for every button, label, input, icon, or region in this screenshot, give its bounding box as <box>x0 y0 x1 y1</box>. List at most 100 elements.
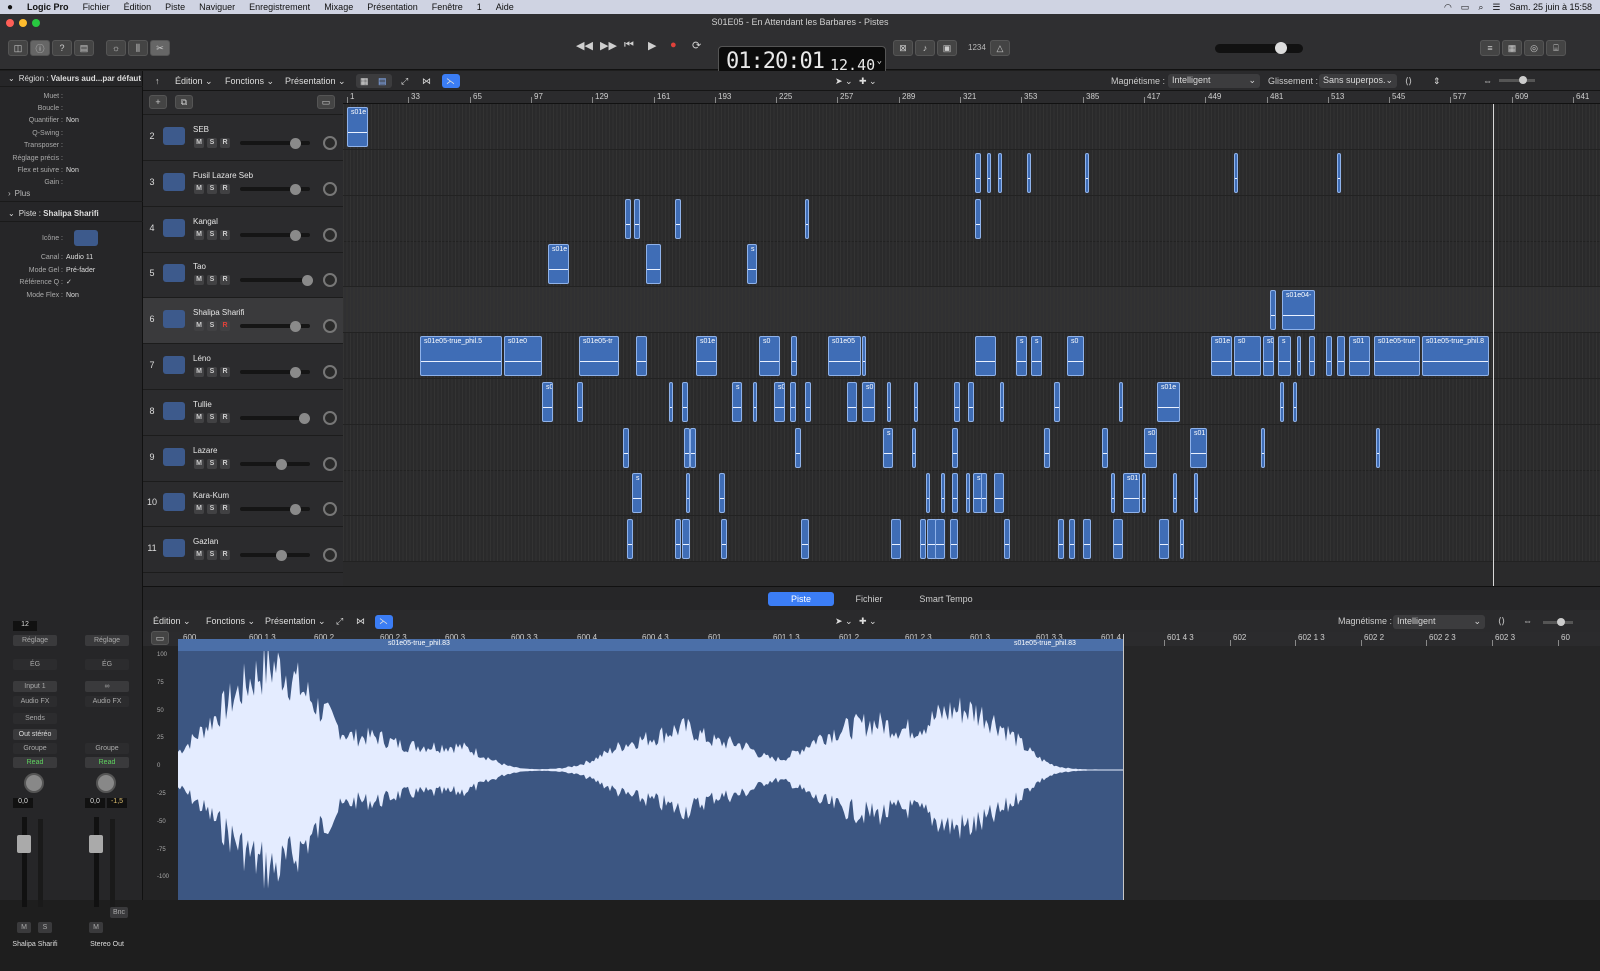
audio-region[interactable] <box>625 198 631 239</box>
audio-region[interactable] <box>791 336 797 376</box>
audio-region[interactable] <box>636 336 647 376</box>
plus-section[interactable]: › Plus <box>0 186 143 202</box>
audio-region[interactable]: s0 <box>1144 427 1157 468</box>
audio-region[interactable] <box>1293 381 1297 422</box>
snap-select[interactable]: Intelligent ⌄ <box>1168 74 1260 88</box>
horizontal-zoom-icon[interactable]: ⇔ <box>1483 74 1492 88</box>
volume-slider-knob[interactable] <box>290 367 301 378</box>
audio-region[interactable] <box>912 427 916 468</box>
audio-region[interactable] <box>577 381 583 422</box>
add-track-button[interactable]: + <box>149 95 167 109</box>
audio-region[interactable]: s0 <box>1263 336 1274 376</box>
record-enable-button[interactable]: R <box>220 412 230 423</box>
menu-fichier[interactable]: Fichier <box>76 2 117 12</box>
forward-button[interactable]: ▶▶ <box>600 39 617 52</box>
solo-button[interactable]: S <box>207 367 217 377</box>
audio-region[interactable]: s <box>1016 336 1027 376</box>
up-arrow-icon[interactable]: ↑ <box>155 74 160 88</box>
audio-region[interactable]: s01 <box>1123 473 1140 514</box>
audio-region[interactable] <box>1085 152 1089 193</box>
count-in-ratio[interactable]: 1234 <box>968 43 986 52</box>
audio-region[interactable] <box>941 473 945 514</box>
automation-read-button[interactable]: Read <box>85 757 129 768</box>
mute-button[interactable]: M <box>194 138 204 148</box>
strip-number[interactable]: 12 <box>13 621 37 631</box>
output-slot[interactable]: Out stéréo <box>13 729 57 740</box>
view-menu[interactable]: Présentation ⌄ <box>285 74 346 88</box>
duplicate-track-button[interactable]: ⧉ <box>175 95 193 109</box>
solo-button[interactable]: S <box>207 504 217 515</box>
track-inspector-row[interactable]: Mode Gel : Pré-fader <box>0 264 143 276</box>
audio-region[interactable] <box>719 473 725 514</box>
mixer-button[interactable]: ⫼ <box>128 40 148 56</box>
crossfade-icon[interactable]: ⋈ <box>356 614 365 628</box>
inspector-row[interactable]: Flex et suivre : Non <box>0 164 143 176</box>
volume-slider-knob[interactable] <box>290 229 301 241</box>
audio-region[interactable]: s01 <box>1190 427 1207 468</box>
audio-region[interactable]: s01e0 <box>504 336 542 376</box>
drag-select[interactable]: Sans superpos. ⌄ <box>1319 74 1397 88</box>
track-lane[interactable]: s s s01 <box>343 470 1600 517</box>
track-lane[interactable] <box>343 516 1600 563</box>
track-lane[interactable]: s01e05-true_phil.5 s01e0 s01e05-tr s01e s0 s0… <box>343 333 1600 379</box>
record-enable-button[interactable]: R <box>220 183 230 194</box>
menu-1[interactable]: 1 <box>470 2 489 12</box>
pan-knob[interactable] <box>24 773 44 793</box>
tuner-button[interactable]: ♪ <box>915 40 935 56</box>
region-end-marker[interactable] <box>1123 634 1124 900</box>
secondary-tool-icon[interactable]: ✚ ⌄ <box>859 74 877 88</box>
group-slot[interactable]: Groupe <box>13 743 57 754</box>
audio-region[interactable]: s <box>1278 336 1291 376</box>
record-enable-button[interactable]: R <box>220 550 230 561</box>
pan-knob[interactable] <box>323 136 337 150</box>
zoom-slider[interactable] <box>1543 618 1573 626</box>
audio-region[interactable] <box>914 381 918 422</box>
pan-knob[interactable] <box>323 365 337 379</box>
volume-slider[interactable] <box>240 278 310 283</box>
track-name[interactable]: Tullie <box>193 400 212 409</box>
audio-region[interactable] <box>1054 381 1060 422</box>
control-center-icon[interactable]: ☰ <box>1492 2 1500 13</box>
audio-region[interactable] <box>1102 427 1108 468</box>
solo-button[interactable]: S <box>207 229 217 240</box>
bar-ruler[interactable]: 1 33 65 97 129 161 193 225 257 289 321 353 385 417 449… <box>343 91 1600 104</box>
smart-controls-button[interactable]: ☼ <box>106 40 126 56</box>
audio-region[interactable] <box>682 381 688 422</box>
toolbar-toggle-button[interactable]: ▤ <box>74 40 94 56</box>
arrange-area[interactable]: s01e s01e s s01e04- s01e05-true_phil.5 s01e0 s… <box>343 104 1600 586</box>
track-name[interactable]: Shalipa Sharifi <box>193 308 245 317</box>
chevron-down-icon[interactable]: ⌄ <box>8 209 15 218</box>
track-header[interactable]: 8 Tullie M S R <box>143 390 343 436</box>
mute-button[interactable]: M <box>194 183 204 194</box>
pan-knob[interactable] <box>323 319 337 334</box>
track-header[interactable]: 2 SEB M S R <box>143 115 343 161</box>
menu-naviguer[interactable]: Naviguer <box>192 2 242 12</box>
eq-display[interactable]: ÉG <box>85 659 129 670</box>
sends-slot[interactable]: Sends <box>13 713 57 724</box>
track-inspector-row[interactable]: Référence Q : ✓ <box>0 276 143 288</box>
audio-region[interactable] <box>847 381 857 422</box>
pan-knob[interactable] <box>96 773 116 793</box>
mute-button[interactable]: M <box>194 412 204 423</box>
track-inspector-row[interactable]: Icône : <box>0 232 143 244</box>
audio-region[interactable] <box>1142 473 1146 514</box>
audio-region[interactable] <box>805 198 809 239</box>
inspector-row[interactable]: Transposer : <box>0 140 143 152</box>
volume-slider[interactable] <box>240 553 310 558</box>
audio-region[interactable] <box>1027 152 1031 193</box>
audio-region[interactable]: s01e05-true <box>1374 336 1420 376</box>
track-header[interactable]: 4 Kangal M S R <box>143 207 343 253</box>
audio-region[interactable] <box>1270 290 1276 331</box>
waveform-icon[interactable] <box>163 447 185 466</box>
volume-slider-knob[interactable] <box>290 504 301 516</box>
waveform-icon[interactable] <box>163 264 185 283</box>
solo-button[interactable]: S <box>207 321 217 332</box>
audio-region[interactable]: s01e <box>1157 381 1180 422</box>
track-lane[interactable] <box>343 195 1600 242</box>
menu-edition[interactable]: Édition <box>117 2 159 12</box>
rewind-button[interactable]: ◀◀ <box>576 39 593 52</box>
audio-region[interactable] <box>623 427 629 468</box>
secondary-tool-icon[interactable]: ✚ ⌄ <box>859 614 877 628</box>
waveform-icon[interactable] <box>163 493 185 512</box>
solo-button[interactable]: S <box>207 458 217 469</box>
